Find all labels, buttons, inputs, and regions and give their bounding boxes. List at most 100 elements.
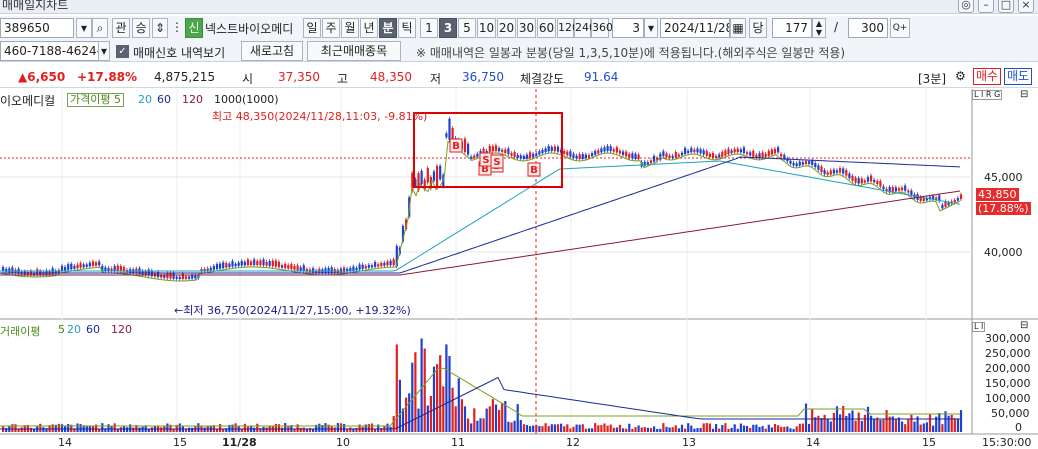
- vol-panel-tags[interactable]: L I: [972, 322, 986, 332]
- candle-body: [870, 175, 873, 182]
- chart-area[interactable]: BBBSSB 이오메디컬 가격이평 5 20 60 120 1000(1000)…: [0, 89, 1038, 449]
- show-signals-checkbox[interactable]: ✓: [116, 45, 129, 58]
- interval-3-button[interactable]: 3: [439, 18, 457, 38]
- buy-button[interactable]: 매수: [973, 68, 1002, 85]
- volume-bar: [370, 423, 374, 432]
- candle-body: [95, 262, 98, 266]
- candle-body: [634, 153, 637, 159]
- zoom-in-icon[interactable]: Q+: [890, 18, 910, 38]
- candle-body: [758, 153, 761, 158]
- volume-bar: [544, 423, 547, 432]
- toolbar-secondary: 460-7188-4624- ▾ ✓ 매매신호 내역보기 새로고침 최근매매종목…: [0, 40, 1038, 62]
- account-input[interactable]: 460-7188-4624-: [0, 41, 108, 61]
- volume-bar: [801, 423, 804, 432]
- recent-trades-button[interactable]: 최근매매종목: [307, 41, 401, 61]
- code-dropdown-icon[interactable]: ▾: [76, 18, 92, 38]
- seung-button[interactable]: 승: [132, 18, 150, 38]
- volume-bar: [919, 424, 922, 432]
- volume-bar: [519, 420, 522, 432]
- volume-bar: [39, 423, 42, 432]
- volume-bar: [628, 423, 631, 432]
- interval-30-button[interactable]: 30: [517, 18, 536, 38]
- candle-body: [696, 148, 699, 153]
- calendar-icon[interactable]: ▦: [730, 18, 746, 38]
- volume-bar: [870, 415, 873, 432]
- interval-dropdown-icon[interactable]: ▾: [644, 18, 658, 38]
- vol-ma60-legend: 60: [86, 323, 100, 336]
- account-dropdown-icon[interactable]: ▾: [98, 41, 110, 61]
- candle-body: [237, 262, 240, 266]
- candle-body: [572, 153, 575, 158]
- volume-bar: [659, 428, 662, 432]
- candle-body: [566, 151, 569, 156]
- period-minute-button[interactable]: 분: [379, 18, 397, 38]
- sell-button[interactable]: 매도: [1004, 68, 1033, 85]
- gear-icon[interactable]: ⚙: [955, 69, 966, 83]
- updown-arrows-icon[interactable]: ⇕: [152, 18, 168, 38]
- candle-body: [749, 152, 752, 156]
- volume-bar: [851, 410, 854, 432]
- interval-value-input[interactable]: 3: [612, 18, 644, 38]
- interval-1-button[interactable]: 1: [420, 18, 438, 38]
- interval-60-button[interactable]: 60: [537, 18, 556, 38]
- volume-bar: [299, 427, 302, 432]
- candle-body: [628, 153, 631, 158]
- volume-bar: [913, 421, 916, 432]
- interval-360-button[interactable]: 360: [591, 18, 613, 38]
- interval-240-button[interactable]: 240: [574, 18, 596, 38]
- candle-body: [538, 151, 541, 155]
- price-ma5-label[interactable]: 가격이평 5: [67, 93, 124, 107]
- interval-10-button[interactable]: 10: [477, 18, 496, 38]
- date-input[interactable]: 2024/11/28: [660, 18, 730, 38]
- candle-body: [637, 154, 640, 159]
- candle-body: [296, 265, 299, 271]
- count-input[interactable]: 177: [772, 18, 812, 38]
- maximize-icon[interactable]: □: [998, 0, 1014, 13]
- menu-dots-icon[interactable]: ⋮: [171, 20, 183, 34]
- period-week-button[interactable]: 주: [322, 18, 340, 38]
- panel-collapse-icon[interactable]: ⊟: [1020, 89, 1028, 100]
- candle-body: [467, 143, 470, 155]
- period-year-button[interactable]: 년: [360, 18, 378, 38]
- volume-bar: [349, 427, 352, 432]
- settings-window-icon[interactable]: ◎: [958, 0, 974, 13]
- close-icon[interactable]: ×: [1018, 0, 1034, 13]
- volume-bar: [119, 427, 122, 432]
- volume-bar: [773, 423, 777, 432]
- stock-code-input[interactable]: 389650: [0, 18, 74, 38]
- refresh-button[interactable]: 새로고침: [241, 41, 303, 61]
- volume-bar: [460, 399, 463, 432]
- gwan-button[interactable]: 관: [112, 18, 130, 38]
- period-tick-button[interactable]: 틱: [398, 18, 416, 38]
- total-input[interactable]: 300: [848, 18, 888, 38]
- volume-bar: [445, 344, 448, 432]
- volume-bar: [507, 421, 510, 432]
- period-day-button[interactable]: 일: [303, 18, 321, 38]
- panel-tags[interactable]: L I R G: [972, 90, 1003, 100]
- volume-bar: [609, 424, 612, 432]
- vol-panel-collapse-icon[interactable]: ⊟: [1020, 320, 1028, 331]
- volume-bar: [191, 427, 194, 432]
- candlestick-chart[interactable]: BBBSSB: [0, 89, 1038, 449]
- interval-120-button[interactable]: 120: [557, 18, 579, 38]
- candle-body: [932, 195, 935, 199]
- candle-body: [721, 151, 724, 157]
- candle-body: [507, 148, 510, 155]
- volume-bar: [417, 408, 420, 432]
- search-icon[interactable]: ⌕: [92, 18, 108, 38]
- volume-bar: [274, 423, 277, 432]
- interval-20-button[interactable]: 20: [497, 18, 516, 38]
- volume-bar: [256, 423, 259, 432]
- volume-bar: [742, 425, 746, 432]
- candle-body: [312, 268, 315, 273]
- count-spinner-icon[interactable]: ▲ ▼: [812, 18, 826, 38]
- period-month-button[interactable]: 월: [341, 18, 359, 38]
- interval-5-button[interactable]: 5: [458, 18, 476, 38]
- candle-body: [767, 150, 770, 156]
- minimize-icon[interactable]: –: [978, 0, 994, 13]
- volume-bar: [767, 424, 770, 432]
- volume-panel-label[interactable]: 거래이평: [0, 323, 40, 339]
- volume-bar: [928, 414, 932, 432]
- dang-button[interactable]: 당: [749, 18, 767, 38]
- candle-body: [98, 261, 101, 266]
